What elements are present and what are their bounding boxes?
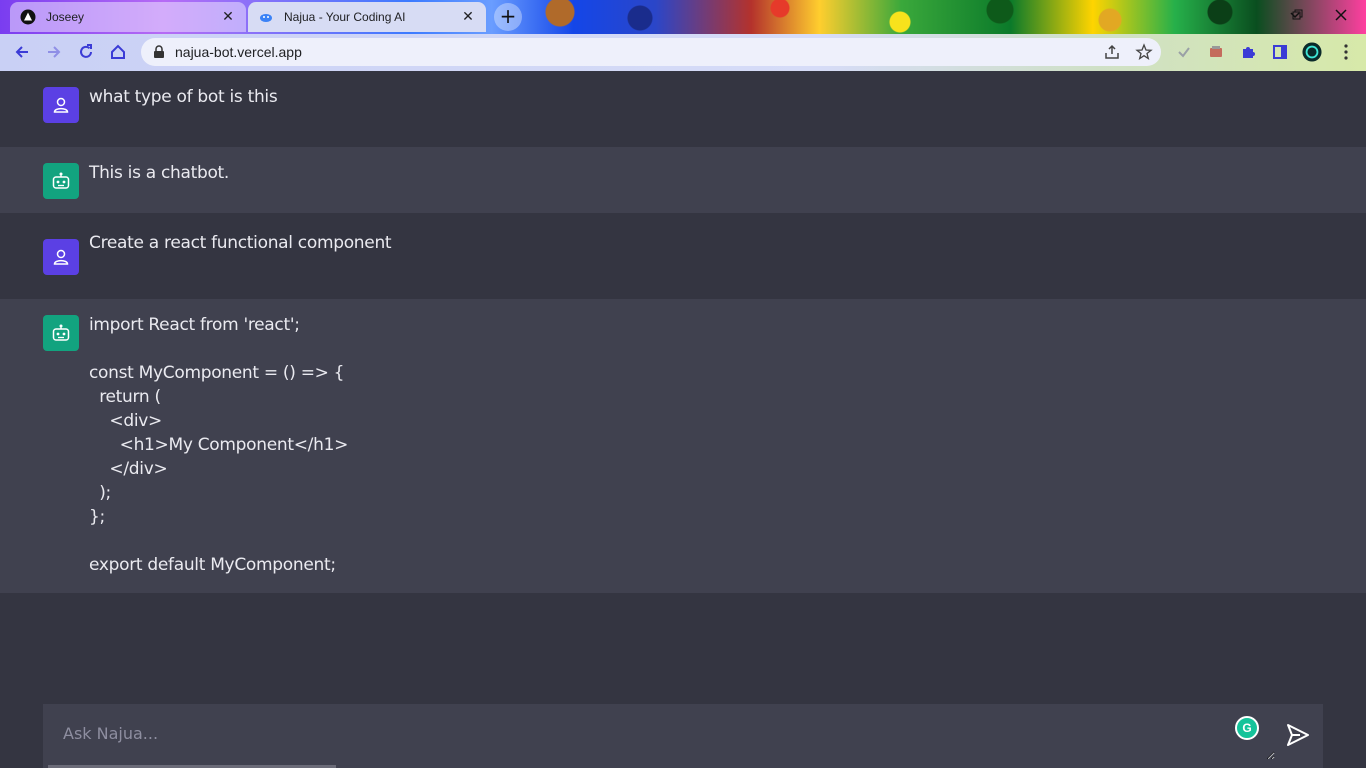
tab-favicon-icon: [258, 9, 274, 25]
extension-check-icon[interactable]: [1174, 42, 1194, 62]
reload-button[interactable]: [74, 40, 98, 64]
robot-icon: [52, 324, 70, 341]
back-button[interactable]: [10, 40, 34, 64]
ask-input[interactable]: [43, 704, 1275, 760]
bookmark-star-icon[interactable]: [1135, 43, 1153, 61]
chat-composer: G: [43, 704, 1323, 768]
close-tab-icon[interactable]: ✕: [460, 9, 476, 25]
browser-menu-icon[interactable]: [1336, 42, 1356, 62]
extension-media-icon[interactable]: [1206, 42, 1226, 62]
restore-window-icon[interactable]: [1290, 8, 1304, 22]
lock-icon: [154, 45, 164, 58]
bot-avatar: [43, 315, 79, 351]
browser-toolbar: najua-bot.vercel.app: [0, 34, 1366, 71]
user-avatar: [43, 239, 79, 275]
extensions-puzzle-icon[interactable]: [1238, 42, 1258, 62]
tab-title: Najua - Your Coding AI: [284, 10, 406, 24]
grammarly-icon[interactable]: G: [1235, 716, 1259, 740]
send-icon: [1287, 724, 1309, 746]
address-bar[interactable]: najua-bot.vercel.app: [141, 38, 1161, 66]
new-tab-button[interactable]: +: [494, 3, 522, 31]
message-text: import React from 'react'; const MyCompo…: [89, 315, 349, 575]
chat-thread: what type of bot is this This is a chatb…: [0, 71, 1366, 593]
tab-favicon-icon: [20, 9, 36, 25]
browser-tab-joseey[interactable]: Joseey ✕: [10, 2, 246, 32]
chat-message-bot: This is a chatbot.: [0, 147, 1366, 213]
reload-icon: [80, 44, 92, 58]
message-text: Create a react functional component: [89, 233, 392, 253]
url-text: najua-bot.vercel.app: [175, 44, 302, 60]
forward-button[interactable]: [42, 40, 66, 64]
browser-tab-najua[interactable]: Najua - Your Coding AI ✕: [248, 2, 486, 32]
user-icon: [53, 97, 69, 113]
side-panel-icon[interactable]: [1270, 42, 1290, 62]
share-icon[interactable]: [1103, 43, 1121, 61]
bot-avatar: [43, 163, 79, 199]
arrow-right-icon: [48, 46, 61, 58]
close-window-icon[interactable]: [1334, 8, 1348, 22]
user-avatar: [43, 87, 79, 123]
profile-avatar[interactable]: [1302, 42, 1322, 62]
browser-tab-strip: Joseey ✕ Najua - Your Coding AI ✕ +: [0, 0, 1366, 34]
robot-icon: [52, 172, 70, 189]
chat-message-bot: import React from 'react'; const MyCompo…: [0, 299, 1366, 593]
home-button[interactable]: [106, 40, 130, 64]
home-icon: [111, 44, 125, 59]
arrow-left-icon: [15, 46, 28, 58]
user-icon: [53, 249, 69, 265]
chat-message-user: what type of bot is this: [0, 71, 1366, 147]
tab-title: Joseey: [46, 10, 85, 24]
message-text: This is a chatbot.: [89, 163, 230, 183]
message-text: what type of bot is this: [89, 87, 278, 107]
close-tab-icon[interactable]: ✕: [220, 9, 236, 25]
chat-message-user: Create a react functional component: [0, 213, 1366, 299]
send-button[interactable]: [1283, 720, 1313, 750]
